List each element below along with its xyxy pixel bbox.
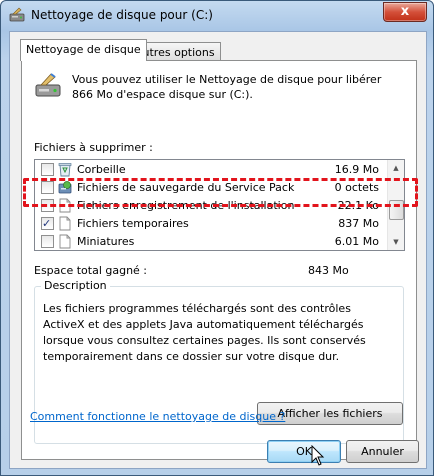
files-to-delete-label: Fichiers à supprimer : <box>34 141 153 154</box>
list-item[interactable]: Miniatures 6.01 Mo <box>35 233 387 250</box>
item-name: Fichiers de sauvegarde du Service Pack <box>77 181 295 194</box>
disk-cleanup-window: Nettoyage de disque pour (C:) x Nettoyag… <box>0 0 434 476</box>
item-size: 16.9 Mo <box>334 163 379 176</box>
item-name: Fichiers enregistrement de l'installatio… <box>77 199 295 212</box>
disk-cleanup-large-icon <box>35 73 61 97</box>
scroll-down-arrow-icon[interactable]: ▼ <box>388 234 404 250</box>
checkbox[interactable] <box>41 181 54 194</box>
title-bar[interactable]: Nettoyage de disque pour (C:) x <box>1 1 433 31</box>
close-button[interactable]: x <box>383 2 427 22</box>
description-title: Description <box>41 279 110 292</box>
mouse-cursor-icon <box>311 445 325 466</box>
cancel-button[interactable]: Annuler <box>346 440 419 463</box>
list-item[interactable]: Fichiers enregistrement de l'installatio… <box>35 197 387 214</box>
tab-panel: Vous pouvez utiliser le Nettoyage de dis… <box>21 60 417 460</box>
service-pack-icon <box>58 181 72 194</box>
item-name: Miniatures <box>77 235 135 248</box>
scroll-thumb[interactable] <box>389 200 404 220</box>
list-item[interactable]: Fichiers temporaires 837 Mo <box>35 215 387 232</box>
tab-disk-cleanup[interactable]: Nettoyage de disque <box>20 39 147 61</box>
item-name: Fichiers temporaires <box>77 217 189 230</box>
list-item[interactable]: Corbeille 16.9 Mo <box>35 161 387 178</box>
tab-label: Autres options <box>135 46 215 59</box>
total-space-value: 843 Mo <box>308 264 349 277</box>
checkbox[interactable] <box>41 163 54 176</box>
item-size: 0 octets <box>334 181 379 194</box>
checkbox[interactable] <box>41 215 54 232</box>
tab-label: Nettoyage de disque <box>26 43 141 56</box>
checkbox[interactable] <box>41 235 54 248</box>
description-text: Les fichiers programmes téléchargés sont… <box>43 302 366 363</box>
checkbox[interactable] <box>41 199 54 212</box>
recycle-bin-icon <box>58 163 72 177</box>
scroll-up-arrow-icon[interactable]: ▲ <box>388 160 404 176</box>
item-name: Corbeille <box>77 163 126 176</box>
list-scrollbar[interactable]: ▲ ▼ <box>387 160 404 250</box>
file-icon <box>59 216 71 231</box>
file-icon <box>59 198 71 213</box>
close-icon: x <box>400 4 410 19</box>
item-size: 6.01 Mo <box>334 235 379 248</box>
help-link[interactable]: Comment fonctionne le nettoyage de disqu… <box>30 410 285 423</box>
window-title: Nettoyage de disque pour (C:) <box>31 8 213 22</box>
total-space-label: Espace total gagné : <box>34 264 148 277</box>
ok-button[interactable]: OK <box>267 440 341 463</box>
disk-cleanup-icon <box>9 7 25 22</box>
item-size: 837 Mo <box>338 217 379 230</box>
dialog-client-area: Nettoyage de disque Autres options Vous … <box>9 31 427 469</box>
list-item[interactable]: Fichiers de sauvegarde du Service Pack 0… <box>35 179 387 196</box>
item-size: 22.1 Ko <box>337 199 379 212</box>
info-message: Vous pouvez utiliser le Nettoyage de dis… <box>72 73 382 101</box>
files-list[interactable]: Corbeille 16.9 Mo Fichiers de sauvegarde… <box>34 159 405 251</box>
file-icon <box>59 234 71 249</box>
